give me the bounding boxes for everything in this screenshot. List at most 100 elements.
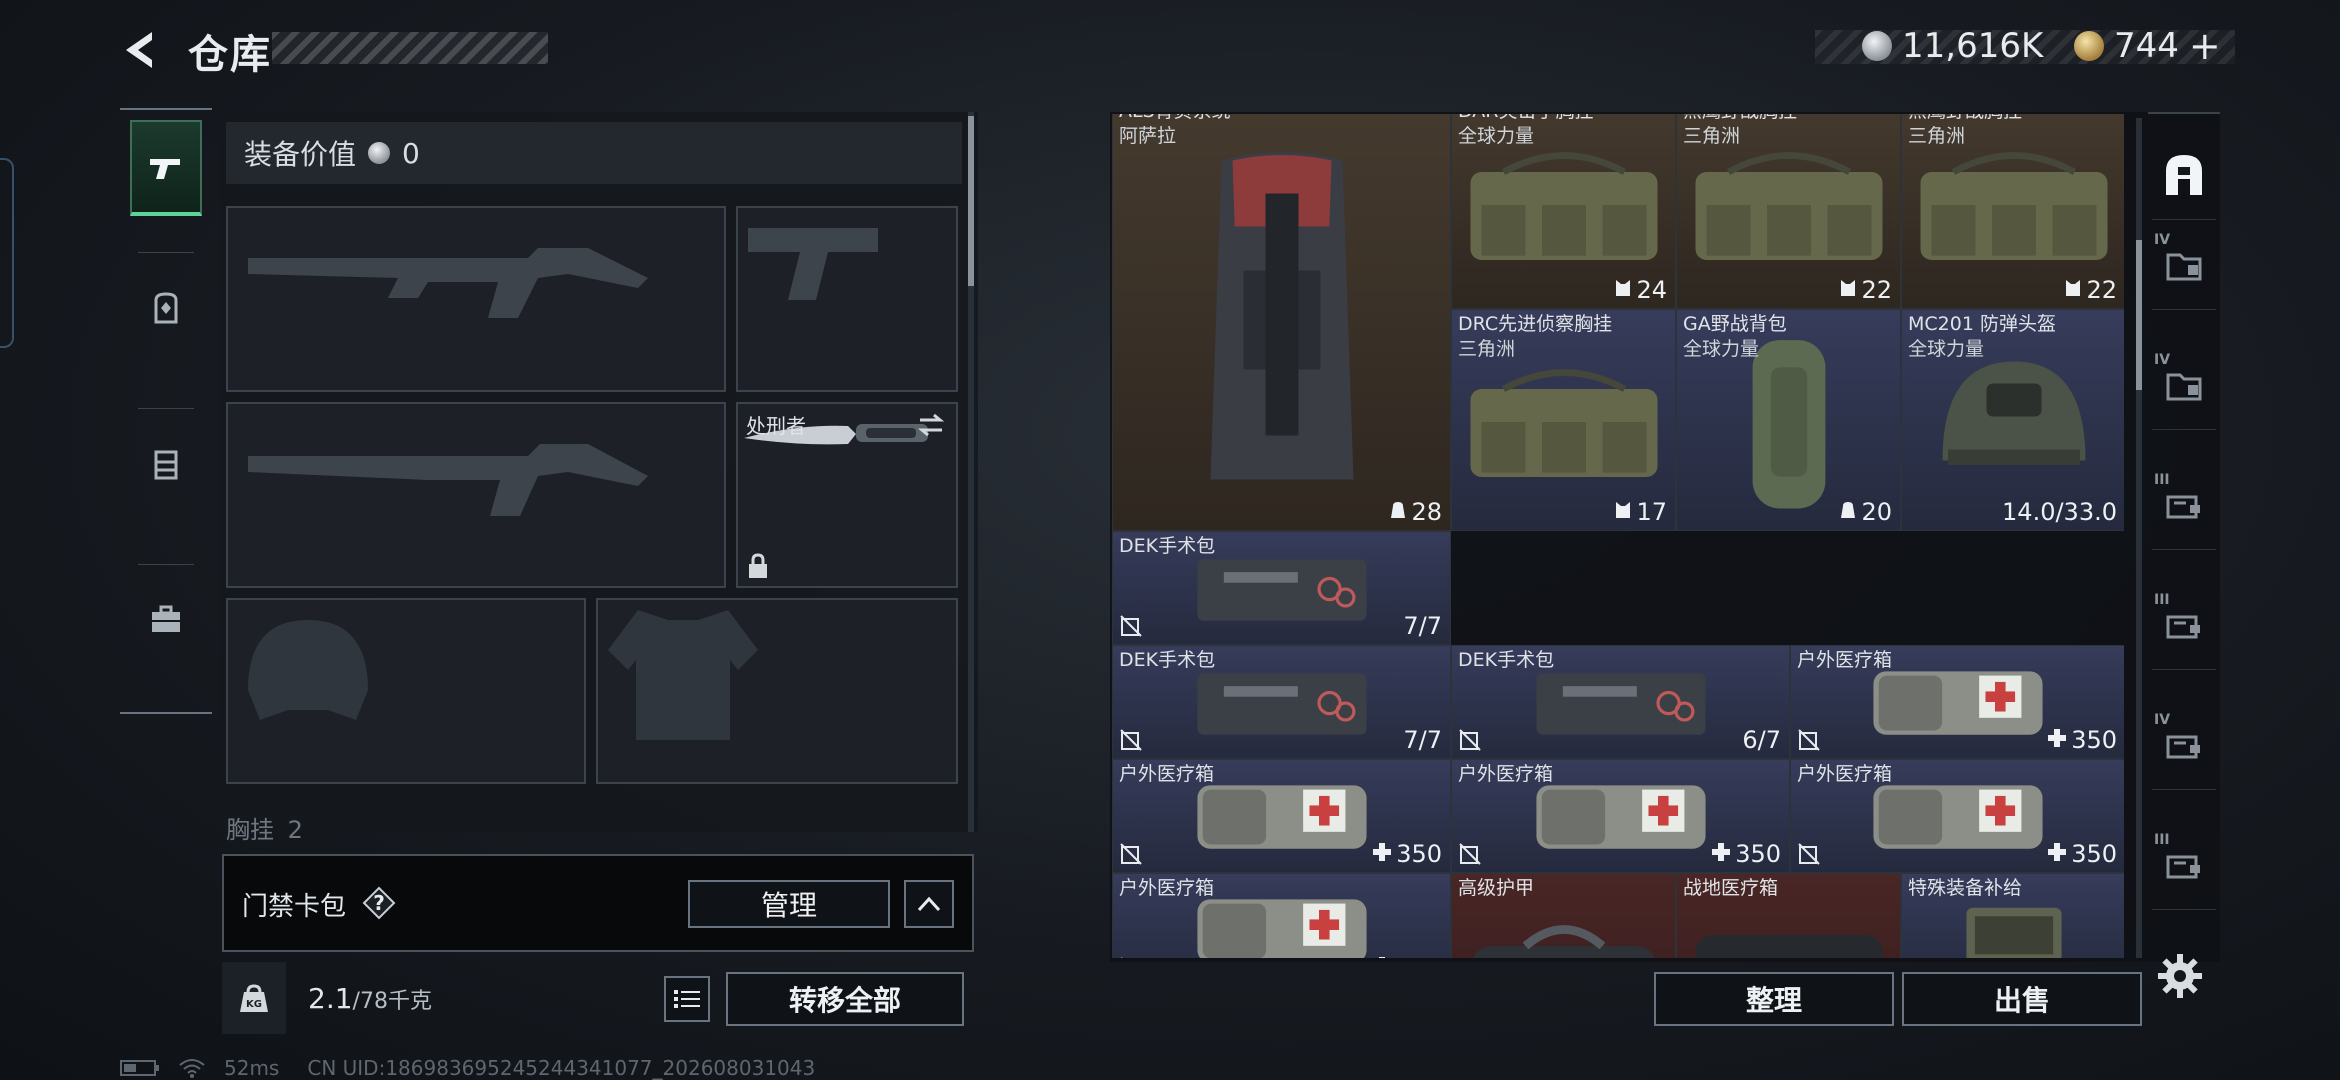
storage-item[interactable]: 户外医疗箱 350 xyxy=(1790,645,2124,759)
swap-icon[interactable] xyxy=(916,412,946,438)
pistol-silhouette-icon xyxy=(748,228,878,300)
item-quantity: 7/7 xyxy=(1403,612,1442,640)
kit-item-icon xyxy=(1535,667,1706,741)
item-source: 阿萨拉 xyxy=(1119,125,1177,147)
pistol-icon xyxy=(150,159,180,179)
medbox-item-icon xyxy=(1873,667,2043,741)
armor-slot[interactable] xyxy=(596,598,958,784)
backpack-icon xyxy=(154,292,178,324)
storage-item[interactable]: 高级护甲 xyxy=(1451,873,1676,958)
storage-item[interactable]: 户外医疗箱 350 xyxy=(1112,873,1451,958)
item-quantity: 6/7 xyxy=(1742,726,1781,754)
melee-name: 处刑者 xyxy=(746,414,806,438)
silver-coin-icon xyxy=(368,142,391,164)
category-tab[interactable]: IV xyxy=(2152,224,2216,310)
collapse-button[interactable] xyxy=(904,880,954,928)
storage-item[interactable]: MC201 防弹头盔 全球力量 14.0/33.0 xyxy=(1901,309,2124,531)
item-source: 全球力量 xyxy=(1683,338,1760,360)
storage-item[interactable]: DEK手术包 7/7 xyxy=(1112,645,1451,759)
storage-item[interactable]: ALS背负系统阿萨拉28 xyxy=(1112,114,1451,531)
no-drop-icon xyxy=(1797,842,1821,866)
sidearm-slot[interactable] xyxy=(736,206,958,392)
rail-tab-vest[interactable] xyxy=(130,416,202,512)
item-quantity: 350 xyxy=(1372,840,1442,868)
device-icon xyxy=(2164,847,2204,887)
rail-tab-case[interactable] xyxy=(130,572,202,668)
aidkit-item-icon xyxy=(1694,920,1884,958)
manage-keycard-button[interactable]: 管理 xyxy=(688,880,890,928)
list-icon xyxy=(674,990,700,1008)
back-arrow-icon[interactable] xyxy=(118,28,162,72)
item-name: DRC先进侦察胸挂 xyxy=(1458,313,1613,335)
vest-item-icon xyxy=(1469,362,1659,486)
help-icon[interactable]: ? xyxy=(362,886,396,920)
helmet-slot[interactable] xyxy=(226,598,586,784)
kit-item-icon xyxy=(1196,553,1367,627)
side-drawer-handle[interactable] xyxy=(0,158,14,348)
category-tab[interactable]: IV xyxy=(2152,704,2216,790)
tier-label: IV xyxy=(2154,352,2171,368)
folder-icon xyxy=(2164,247,2204,287)
item-quantity: 22 xyxy=(1839,276,1892,304)
item-name: DEK手术包 xyxy=(1119,535,1216,557)
armor-item-icon xyxy=(1469,920,1659,958)
item-name: DEK手术包 xyxy=(1119,649,1216,671)
category-tab[interactable]: III xyxy=(2152,584,2216,670)
add-gold-button[interactable]: + xyxy=(2189,24,2221,68)
kit-item-icon xyxy=(1196,667,1367,741)
gear-icon[interactable] xyxy=(2156,952,2204,1000)
storage-item[interactable]: DRC先进侦察胸挂 三角洲 17 xyxy=(1451,309,1676,531)
secondary-weapon-slot[interactable] xyxy=(226,402,726,588)
storage-item[interactable]: 户外医疗箱 350 xyxy=(1451,759,1790,873)
storage-item[interactable]: DAR突击手胸挂全球力量24 xyxy=(1451,114,1676,309)
transfer-all-button[interactable]: 转移全部 xyxy=(726,972,964,1026)
no-drop-icon xyxy=(1119,614,1143,638)
tier-label: III xyxy=(2154,592,2170,608)
gold-currency[interactable]: 744 + xyxy=(2074,24,2221,68)
item-name: MC201 防弹头盔 xyxy=(1908,313,2056,335)
primary-weapon-slot[interactable] xyxy=(226,206,726,392)
equipment-value-row: 装备价值 0 xyxy=(226,122,962,184)
no-drop-icon xyxy=(1119,728,1143,752)
bag-icon xyxy=(1839,498,1857,526)
lock-icon xyxy=(749,553,767,578)
silver-currency[interactable]: 11,616K xyxy=(1862,26,2043,66)
all-items-icon xyxy=(2160,151,2208,203)
item-name: DEK手术包 xyxy=(1458,649,1555,671)
rail-tab-backpack[interactable] xyxy=(130,260,202,356)
equipment-scroll-thumb[interactable] xyxy=(968,116,974,286)
tier-label: IV xyxy=(2154,232,2171,248)
storage-item[interactable]: 战地医疗箱 xyxy=(1676,873,1901,958)
chest-rig-label: 胸挂 2 xyxy=(226,816,303,844)
storage-item[interactable]: 黑鹰野战胸挂三角洲22 xyxy=(1901,114,2124,309)
storage-scroll-thumb[interactable] xyxy=(2136,240,2142,390)
rail-tab-weapons[interactable] xyxy=(130,120,202,216)
storage-item[interactable]: 户外医疗箱 350 xyxy=(1790,759,2124,873)
storage-item[interactable]: DEK手术包 7/7 xyxy=(1112,531,1451,645)
wifi-icon xyxy=(179,1059,205,1078)
vest-item-icon xyxy=(1469,145,1659,269)
category-tab[interactable]: IV xyxy=(2152,344,2216,430)
sell-button[interactable]: 出售 xyxy=(1902,972,2142,1026)
title-decoration xyxy=(272,32,548,64)
vest-icon xyxy=(1614,276,1632,304)
storage-item[interactable]: GA野战背包 全球力量 20 xyxy=(1676,309,1901,531)
storage-item[interactable]: 特殊装备补给 xyxy=(1901,873,2124,958)
storage-item[interactable]: 黑鹰野战胸挂三角洲22 xyxy=(1676,114,1901,309)
device-icon xyxy=(2164,487,2204,527)
sort-button[interactable]: 整理 xyxy=(1654,972,1894,1026)
item-name: GA野战背包 xyxy=(1683,313,1787,335)
ping-value: 52ms xyxy=(224,1056,280,1080)
vest-icon xyxy=(1839,276,1857,304)
rifle-silhouette-icon xyxy=(248,248,648,318)
storage-item[interactable]: DEK手术包 6/7 xyxy=(1451,645,1790,759)
category-tab[interactable]: III xyxy=(2152,824,2216,910)
carry-weight: 2.1/78千克 xyxy=(308,982,432,1015)
storage-item[interactable]: 户外医疗箱 350 xyxy=(1112,759,1451,873)
storage-grid: ALS背负系统阿萨拉28DAR突击手胸挂全球力量24黑鹰野战胸挂三角洲22黑鹰野… xyxy=(1112,114,2124,958)
device-icon xyxy=(2164,607,2204,647)
melee-slot[interactable]: 处刑者 xyxy=(736,402,958,588)
category-tab[interactable]: III xyxy=(2152,464,2216,550)
list-view-button[interactable] xyxy=(664,976,710,1022)
category-tab[interactable] xyxy=(2152,134,2216,220)
